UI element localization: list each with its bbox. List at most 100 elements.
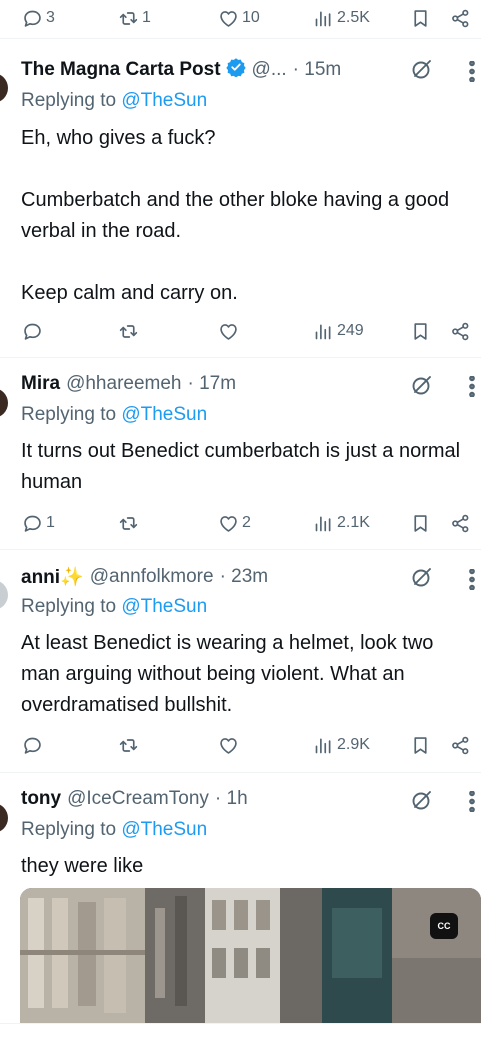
tweet-text: they were like xyxy=(21,855,144,877)
share-button[interactable] xyxy=(450,731,471,759)
replying-prefix: Replying to xyxy=(21,404,117,425)
action-bar: 3 1 10 2.5K xyxy=(0,4,481,32)
tweet[interactable]: Mira @hhareemeh · 17m Replying to @TheSu… xyxy=(0,358,481,550)
views-button[interactable]: 2.1K xyxy=(313,509,370,537)
tweet-header: tony @IceCreamTony · 1h xyxy=(21,785,248,813)
repost-button[interactable] xyxy=(118,509,142,537)
avatar[interactable] xyxy=(0,580,8,610)
grok-icon[interactable] xyxy=(408,563,436,591)
more-icon[interactable] xyxy=(466,787,478,815)
handle[interactable]: @hhareemeh xyxy=(66,373,181,395)
repost-count: 1 xyxy=(142,9,151,26)
views-icon xyxy=(313,513,334,534)
views-icon xyxy=(313,321,334,342)
timestamp[interactable]: · 1h xyxy=(215,788,248,810)
previous-tweet-actions: 3 1 10 2.5K xyxy=(0,0,481,39)
action-bar: 249 xyxy=(0,317,481,345)
views-icon xyxy=(313,735,334,756)
share-icon xyxy=(450,321,471,342)
captions-badge[interactable]: CC xyxy=(430,913,458,939)
repost-icon xyxy=(118,8,139,29)
replying-prefix: Replying to xyxy=(21,596,117,617)
handle[interactable]: @... xyxy=(252,59,287,81)
view-count: 2.9K xyxy=(337,736,370,753)
replying-to-handle[interactable]: @TheSun xyxy=(121,90,207,111)
reply-button[interactable]: 1 xyxy=(22,509,55,537)
like-button[interactable] xyxy=(218,731,242,759)
tweet-text: At least Benedict is wearing a helmet, l… xyxy=(21,632,439,716)
replying-to-handle[interactable]: @TheSun xyxy=(121,404,207,425)
share-button[interactable] xyxy=(450,317,471,345)
like-count: 10 xyxy=(242,9,260,26)
timestamp[interactable]: · 15m xyxy=(293,59,342,81)
like-count: 2 xyxy=(242,514,251,531)
reply-icon xyxy=(22,513,43,534)
heart-icon xyxy=(218,321,239,342)
replying-to: Replying to @TheSun xyxy=(21,819,207,841)
display-name[interactable]: The Magna Carta Post xyxy=(21,59,221,81)
tweet[interactable]: The Magna Carta Post @... · 15m Replying… xyxy=(0,39,481,358)
handle[interactable]: @IceCreamTony xyxy=(67,788,209,810)
replying-to-handle[interactable]: @TheSun xyxy=(121,819,207,840)
grok-icon[interactable] xyxy=(408,786,436,814)
share-icon xyxy=(450,8,471,29)
views-button[interactable]: 2.5K xyxy=(313,4,370,32)
display-name[interactable]: Mira xyxy=(21,373,60,395)
bookmark-icon xyxy=(410,8,431,29)
share-button[interactable] xyxy=(450,509,471,537)
more-icon[interactable] xyxy=(466,372,478,400)
verified-badge-icon xyxy=(225,57,246,83)
reply-button[interactable] xyxy=(22,731,46,759)
reply-icon xyxy=(22,8,43,29)
repost-icon xyxy=(118,321,139,342)
reply-button[interactable]: 3 xyxy=(22,4,55,32)
grok-icon[interactable] xyxy=(408,371,436,399)
reply-count: 1 xyxy=(46,514,55,531)
timestamp[interactable]: · 17m xyxy=(188,373,237,395)
avatar[interactable] xyxy=(0,388,8,418)
reply-count: 3 xyxy=(46,9,55,26)
replying-prefix: Replying to xyxy=(21,819,117,840)
action-bar: 1 2 2.1K xyxy=(0,509,481,537)
timestamp[interactable]: · 23m xyxy=(220,566,269,588)
bookmark-button[interactable] xyxy=(410,509,431,537)
views-icon xyxy=(313,8,334,29)
reply-button[interactable] xyxy=(22,317,46,345)
heart-icon xyxy=(218,513,239,534)
repost-button[interactable]: 1 xyxy=(118,4,151,32)
avatar[interactable] xyxy=(0,73,8,103)
view-count: 2.5K xyxy=(337,9,370,26)
tweet-header: The Magna Carta Post @... · 15m xyxy=(21,56,341,84)
like-button[interactable] xyxy=(218,317,242,345)
replying-prefix: Replying to xyxy=(21,90,117,111)
views-button[interactable]: 249 xyxy=(313,317,364,345)
tweet[interactable]: anni✨ @annfolkmore · 23m Replying to @Th… xyxy=(0,550,481,773)
share-button[interactable] xyxy=(450,4,471,32)
like-button[interactable]: 10 xyxy=(218,4,260,32)
heart-icon xyxy=(218,8,239,29)
avatar[interactable] xyxy=(0,803,8,833)
repost-button[interactable] xyxy=(118,731,142,759)
view-count: 2.1K xyxy=(337,514,370,531)
handle[interactable]: @annfolkmore xyxy=(90,566,214,588)
display-name[interactable]: tony xyxy=(21,788,61,810)
bookmark-button[interactable] xyxy=(410,317,431,345)
bookmark-icon xyxy=(410,513,431,534)
display-name[interactable]: anni✨ xyxy=(21,565,84,589)
views-button[interactable]: 2.9K xyxy=(313,731,370,759)
tweet-video-thumbnail[interactable] xyxy=(20,888,481,1023)
repost-icon xyxy=(118,513,139,534)
more-icon[interactable] xyxy=(466,57,478,85)
repost-button[interactable] xyxy=(118,317,142,345)
bookmark-button[interactable] xyxy=(410,4,431,32)
like-button[interactable]: 2 xyxy=(218,509,251,537)
bottom-nav-edge xyxy=(0,1023,481,1052)
bookmark-button[interactable] xyxy=(410,731,431,759)
share-icon xyxy=(450,513,471,534)
more-icon[interactable] xyxy=(466,565,478,593)
replying-to-handle[interactable]: @TheSun xyxy=(121,596,207,617)
share-icon xyxy=(450,735,471,756)
tweet-header: Mira @hhareemeh · 17m xyxy=(21,370,236,398)
bookmark-icon xyxy=(410,321,431,342)
grok-icon[interactable] xyxy=(408,55,436,83)
